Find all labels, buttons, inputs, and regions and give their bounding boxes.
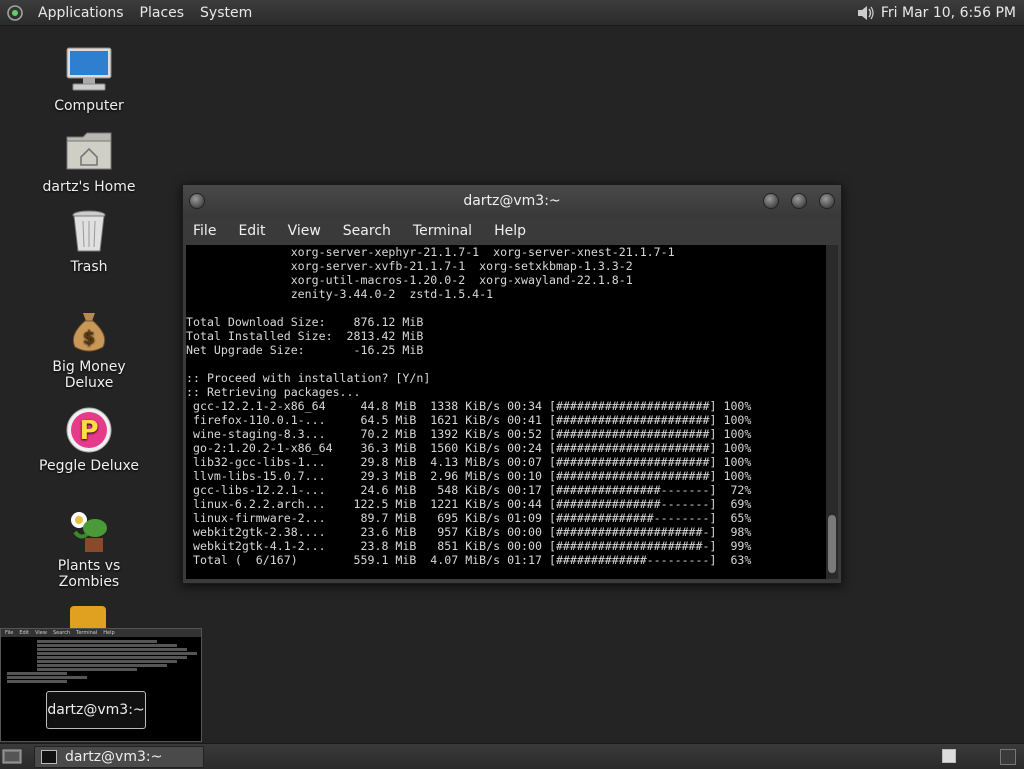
preview-menu-item: File — [5, 630, 14, 636]
workspace-1-button[interactable] — [942, 749, 956, 763]
svg-text:$: $ — [83, 327, 96, 348]
money-bag-icon: $ — [72, 313, 106, 352]
menu-view[interactable]: View — [277, 223, 332, 239]
preview-tooltip: dartz@vm3:~ — [46, 691, 146, 729]
volume-icon[interactable] — [855, 3, 875, 23]
desktop-icon-computer[interactable]: Computer — [34, 46, 144, 114]
menu-edit[interactable]: Edit — [227, 223, 276, 239]
terminal-icon — [41, 750, 57, 764]
terminal-scrollbar[interactable] — [826, 245, 838, 579]
home-folder-icon — [66, 132, 112, 170]
desktop-icon-label: Plants vs Zombies — [57, 558, 121, 590]
applications-menu[interactable]: Applications — [30, 5, 132, 21]
trash-icon — [72, 210, 106, 252]
preview-menubar: File Edit View Search Terminal Help — [1, 629, 201, 637]
places-menu[interactable]: Places — [132, 5, 193, 21]
preview-menu-item: View — [35, 630, 47, 636]
maximize-button[interactable] — [791, 193, 807, 209]
peggle-icon: P — [66, 407, 112, 453]
system-menu[interactable]: System — [192, 5, 260, 21]
desktop-icon-pvz[interactable]: Plants vs Zombies — [34, 506, 144, 590]
clock-area: Fri Mar 10, 6:56 PM — [855, 0, 1020, 25]
desktop-icon-home[interactable]: dartz's Home — [34, 127, 144, 195]
preview-lines — [1, 637, 201, 683]
desktop-icon-label: Peggle Deluxe — [39, 458, 139, 474]
desktop-icon-label: dartz's Home — [42, 179, 136, 195]
desktop-icon-big-money[interactable]: $ Big Money Deluxe — [34, 307, 144, 391]
taskbar-button-terminal[interactable]: dartz@vm3:~ — [34, 746, 204, 768]
partial-desktop-icon — [70, 606, 106, 630]
top-panel: Applications Places System Fri Mar 10, 6… — [0, 0, 1024, 26]
distro-logo-icon[interactable] — [6, 4, 24, 22]
menu-search[interactable]: Search — [332, 223, 402, 239]
show-desktop-icon[interactable] — [2, 747, 22, 765]
preview-menu-item: Search — [52, 630, 71, 636]
desktop-icon-label: Computer — [54, 98, 124, 114]
bottom-panel: dartz@vm3:~ — [0, 743, 1024, 769]
plants-vs-zombies-icon — [71, 512, 107, 552]
preview-menu-item: Terminal — [76, 630, 98, 636]
preview-menu-item: Edit — [19, 630, 30, 636]
terminal-text: xorg-server-xephyr-21.1.7-1 xorg-server-… — [186, 245, 752, 567]
computer-icon — [66, 47, 112, 91]
terminal-menubar: File Edit View Search Terminal Help — [183, 217, 841, 245]
workspace-2-button[interactable] — [1000, 749, 1016, 765]
terminal-output[interactable]: xorg-server-xephyr-21.1.7-1 xorg-server-… — [186, 245, 826, 579]
desktop-icon-peggle[interactable]: P Peggle Deluxe — [34, 406, 144, 474]
desktop-icon-label: Big Money Deluxe — [52, 359, 126, 391]
desktop-icon-label: Trash — [70, 259, 108, 275]
menu-help[interactable]: Help — [483, 223, 537, 239]
clock[interactable]: Fri Mar 10, 6:56 PM — [875, 5, 1020, 21]
desktop-icon-trash[interactable]: Trash — [34, 207, 144, 275]
svg-text:P: P — [79, 416, 98, 446]
window-titlebar[interactable]: dartz@vm3:~ — [183, 185, 841, 217]
taskbar-label: dartz@vm3:~ — [65, 749, 163, 765]
window-title: dartz@vm3:~ — [463, 193, 561, 209]
menu-file[interactable]: File — [183, 223, 227, 239]
scrollbar-thumb[interactable] — [828, 515, 836, 573]
close-button[interactable] — [819, 193, 835, 209]
window-menu-button[interactable] — [189, 193, 205, 209]
terminal-window: dartz@vm3:~ File Edit View Search Termin… — [182, 184, 842, 584]
preview-menu-item: Help — [103, 630, 115, 636]
menu-terminal[interactable]: Terminal — [402, 223, 483, 239]
minimize-button[interactable] — [763, 193, 779, 209]
